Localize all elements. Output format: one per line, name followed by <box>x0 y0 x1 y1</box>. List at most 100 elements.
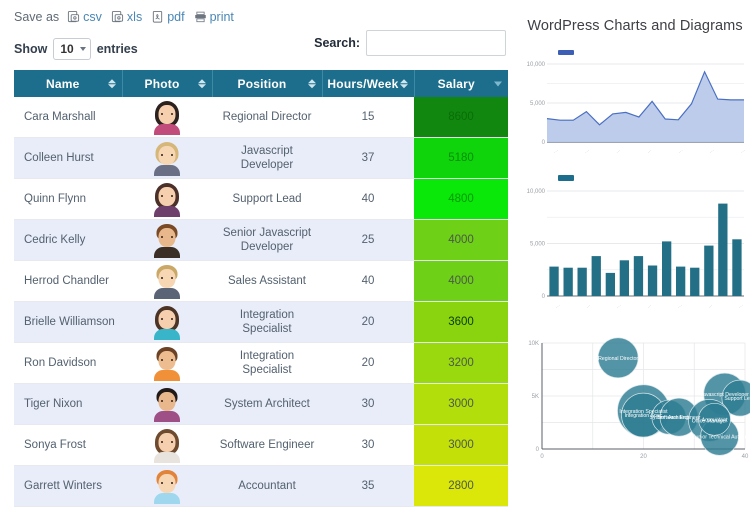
bubble-chart-svg[interactable]: 05K10K0 20 40Regional DirectorIntegration … <box>520 329 750 469</box>
cell-photo <box>122 301 212 343</box>
datatable-panel: Save as csv xls pdf print Show 10 entrie… <box>0 0 520 508</box>
svg-text:10,000: 10,000 <box>527 62 546 68</box>
cell-salary: 3000 <box>414 424 508 466</box>
bar <box>563 267 573 297</box>
csv-icon <box>68 10 80 23</box>
cell-position: Senior Javascript Developer <box>212 219 322 261</box>
cell-hours: 30 <box>322 383 414 425</box>
avatar <box>150 140 184 176</box>
search-input[interactable] <box>366 30 506 56</box>
sort-icon-salary-desc[interactable] <box>494 81 502 87</box>
svg-text:5,000: 5,000 <box>530 101 546 107</box>
cell-name: Sonya Frost <box>14 424 122 466</box>
column-label-photo: Photo <box>144 76 180 91</box>
cell-salary: 8600 <box>414 96 508 138</box>
column-label-hours: Hours/Week <box>327 76 399 91</box>
bar <box>662 241 672 296</box>
csv-export-button[interactable]: csv <box>67 10 102 24</box>
charts-panel: WordPress Charts and Diagrams 0 5,000 10,0… <box>520 0 750 508</box>
cell-position: System Architect <box>212 383 322 425</box>
cell-salary: 3600 <box>414 301 508 343</box>
column-header-hours[interactable]: Hours/Week <box>322 70 415 97</box>
table-row[interactable]: Herrod Chandler Sales Assistant 40 4000 <box>14 260 508 302</box>
bubble-label: Accountant <box>702 417 729 423</box>
pdf-export-label: pdf <box>167 10 185 24</box>
xls-export-label: xls <box>126 10 143 24</box>
bar <box>619 260 629 296</box>
column-label-position: Position <box>237 76 287 91</box>
cell-hours: 20 <box>322 342 414 384</box>
page-length-select[interactable]: 10 <box>53 38 91 60</box>
bar <box>633 256 644 296</box>
column-header-position[interactable]: Position <box>212 70 323 97</box>
cell-name: Tiger Nixon <box>14 383 122 425</box>
table-row[interactable]: Brielle Williamson Integration Specialist… <box>14 301 508 343</box>
area-chart-svg[interactable]: 05,00010,000··· ··· ··· ··· ··· ··· ··· <box>520 34 750 169</box>
cell-photo <box>122 219 212 261</box>
table-row[interactable]: Tiger Nixon System Architect 30 3000 <box>14 383 508 425</box>
cell-position: Software Engineer <box>212 424 322 466</box>
table-row[interactable]: Ron Davidson Integration Specialist 20 3200 <box>14 342 508 384</box>
sort-icon-photo[interactable] <box>197 79 206 89</box>
avatar <box>150 386 184 422</box>
pdf-icon <box>153 10 163 23</box>
column-header-name[interactable]: Name <box>14 70 123 97</box>
avatar <box>150 304 184 340</box>
cell-name: Herrod Chandler <box>14 260 122 302</box>
csv-export-label: csv <box>83 10 102 24</box>
avatar <box>150 263 184 299</box>
cell-name: Ron Davidson <box>14 342 122 384</box>
chevron-down-icon <box>79 47 86 51</box>
bar <box>676 266 686 296</box>
entries-label: entries <box>96 42 138 56</box>
table-row[interactable]: Cara Marshall Regional Director 15 8600 <box>14 96 508 138</box>
cell-salary: 4800 <box>414 178 508 220</box>
page-length-value: 10 <box>60 42 74 56</box>
cell-name: Garrett Winters <box>14 465 122 507</box>
pdf-export-button[interactable]: pdf <box>151 10 185 24</box>
bar <box>732 239 742 296</box>
svg-text:40: 40 <box>742 454 749 460</box>
table-body: Cara Marshall Regional Director 15 8600 Coll… <box>14 96 508 507</box>
print-export-label: print <box>209 10 234 24</box>
bubble-chart: 0 5K 10K 0 20 40 Regional Director Integration … <box>520 329 750 469</box>
cell-salary: 5180 <box>414 137 508 179</box>
cell-name: Colleen Hurst <box>14 137 122 179</box>
cell-hours: 40 <box>322 260 414 302</box>
print-icon <box>194 11 206 23</box>
table-row[interactable]: Quinn Flynn Support Lead 40 4800 <box>14 178 508 220</box>
cell-position: Accountant <box>212 465 322 507</box>
sort-icon-hours[interactable] <box>399 79 408 89</box>
xls-export-button[interactable]: xls <box>111 10 142 24</box>
cell-photo <box>122 137 212 179</box>
avatar <box>150 181 184 217</box>
bar <box>549 266 559 296</box>
bar-chart-svg[interactable]: 05,00010,000··· ··· ··· ··· ··· ··· ··· <box>520 169 750 329</box>
sort-icon-position[interactable] <box>307 79 316 89</box>
employees-table: Name Photo Position Hours/Week Salary Ca… <box>14 70 508 507</box>
table-row[interactable]: Colleen Hurst Javascript Developer 37 5180 <box>14 137 508 179</box>
column-header-photo[interactable]: Photo <box>122 70 213 97</box>
column-header-salary[interactable]: Salary <box>414 70 508 97</box>
bar-chart: 0 5,000 10,000 ··· ··· ··· ··· ··· ··· ··· <box>520 169 750 329</box>
cell-name: Brielle Williamson <box>14 301 122 343</box>
cell-position: Integration Specialist <box>212 342 322 384</box>
table-header-row: Name Photo Position Hours/Week Salary <box>14 70 508 97</box>
cell-photo <box>122 178 212 220</box>
cell-salary: 4000 <box>414 260 508 302</box>
charts-panel-title: WordPress Charts and Diagrams <box>527 18 743 34</box>
table-row[interactable]: Sonya Frost Software Engineer 30 3000 <box>14 424 508 466</box>
app-root: Save as csv xls pdf print Show 10 entrie… <box>0 0 750 508</box>
print-export-button[interactable]: print <box>194 10 234 24</box>
table-row[interactable]: Garrett Winters Accountant 35 2800 <box>14 465 508 507</box>
cell-photo <box>122 96 212 138</box>
sort-icon-name[interactable] <box>107 79 116 89</box>
svg-text:5K: 5K <box>532 394 539 400</box>
xls-icon <box>111 10 123 23</box>
table-row[interactable]: Cedric Kelly Senior Javascript Developer 2… <box>14 219 508 261</box>
cell-photo <box>122 465 212 507</box>
cell-salary: 3000 <box>414 383 508 425</box>
cell-position: Support Lead <box>212 178 322 220</box>
cell-hours: 25 <box>322 219 414 261</box>
cell-salary: 2800 <box>414 465 508 507</box>
